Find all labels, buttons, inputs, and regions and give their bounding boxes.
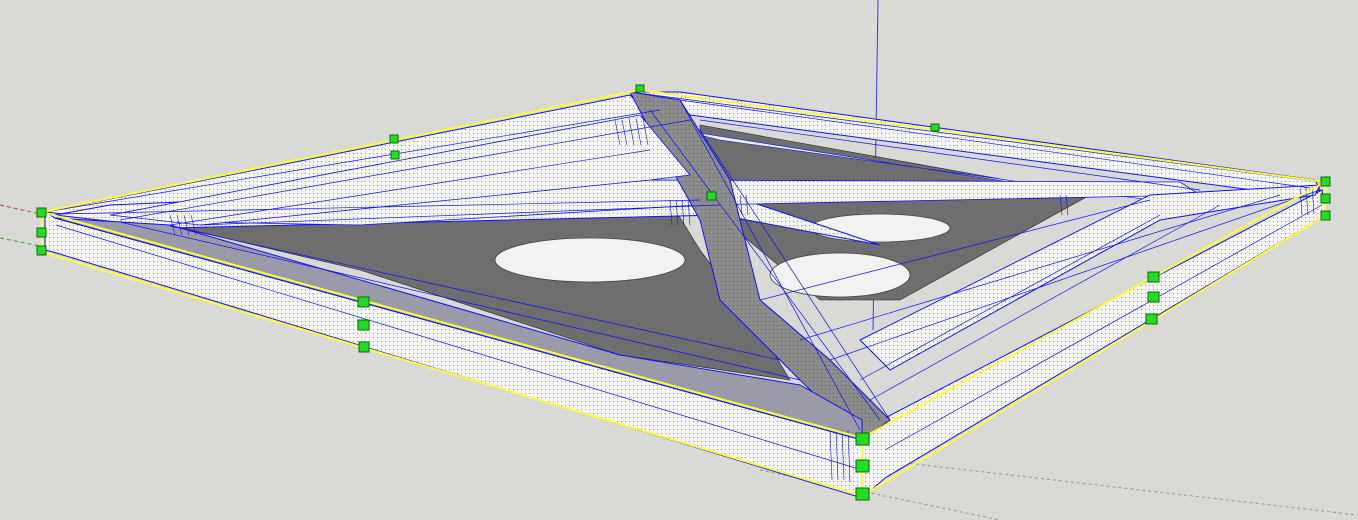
- square-grip-icon[interactable]: [390, 150, 400, 160]
- sketchup-3d-viewport[interactable]: [0, 0, 1358, 520]
- square-grip-icon[interactable]: [357, 319, 370, 331]
- cutout-left: [494, 237, 686, 283]
- square-grip-icon[interactable]: [1147, 291, 1160, 303]
- square-grip-icon[interactable]: [36, 227, 47, 238]
- square-grip-icon[interactable]: [635, 84, 645, 93]
- square-grip-icon[interactable]: [1320, 193, 1331, 204]
- square-grip-icon[interactable]: [706, 191, 717, 201]
- square-grip-icon[interactable]: [1147, 271, 1160, 283]
- frame-component[interactable]: [44, 91, 1327, 500]
- square-grip-icon[interactable]: [855, 459, 870, 473]
- square-grip-icon[interactable]: [1320, 210, 1331, 221]
- square-grip-icon[interactable]: [855, 487, 870, 501]
- square-grip-icon[interactable]: [1320, 176, 1331, 187]
- cutout-back-right: [809, 213, 951, 243]
- square-grip-icon[interactable]: [358, 341, 370, 353]
- square-grip-icon[interactable]: [389, 134, 399, 144]
- square-grip-icon[interactable]: [357, 296, 370, 308]
- model-canvas[interactable]: [0, 0, 1358, 520]
- cutout-right: [769, 252, 911, 298]
- square-grip-icon[interactable]: [855, 432, 870, 446]
- square-grip-icon[interactable]: [36, 245, 47, 256]
- square-grip-icon[interactable]: [36, 207, 47, 218]
- square-grip-icon[interactable]: [930, 123, 940, 132]
- red-axis-front: [879, 459, 1358, 516]
- square-grip-icon[interactable]: [1145, 313, 1158, 325]
